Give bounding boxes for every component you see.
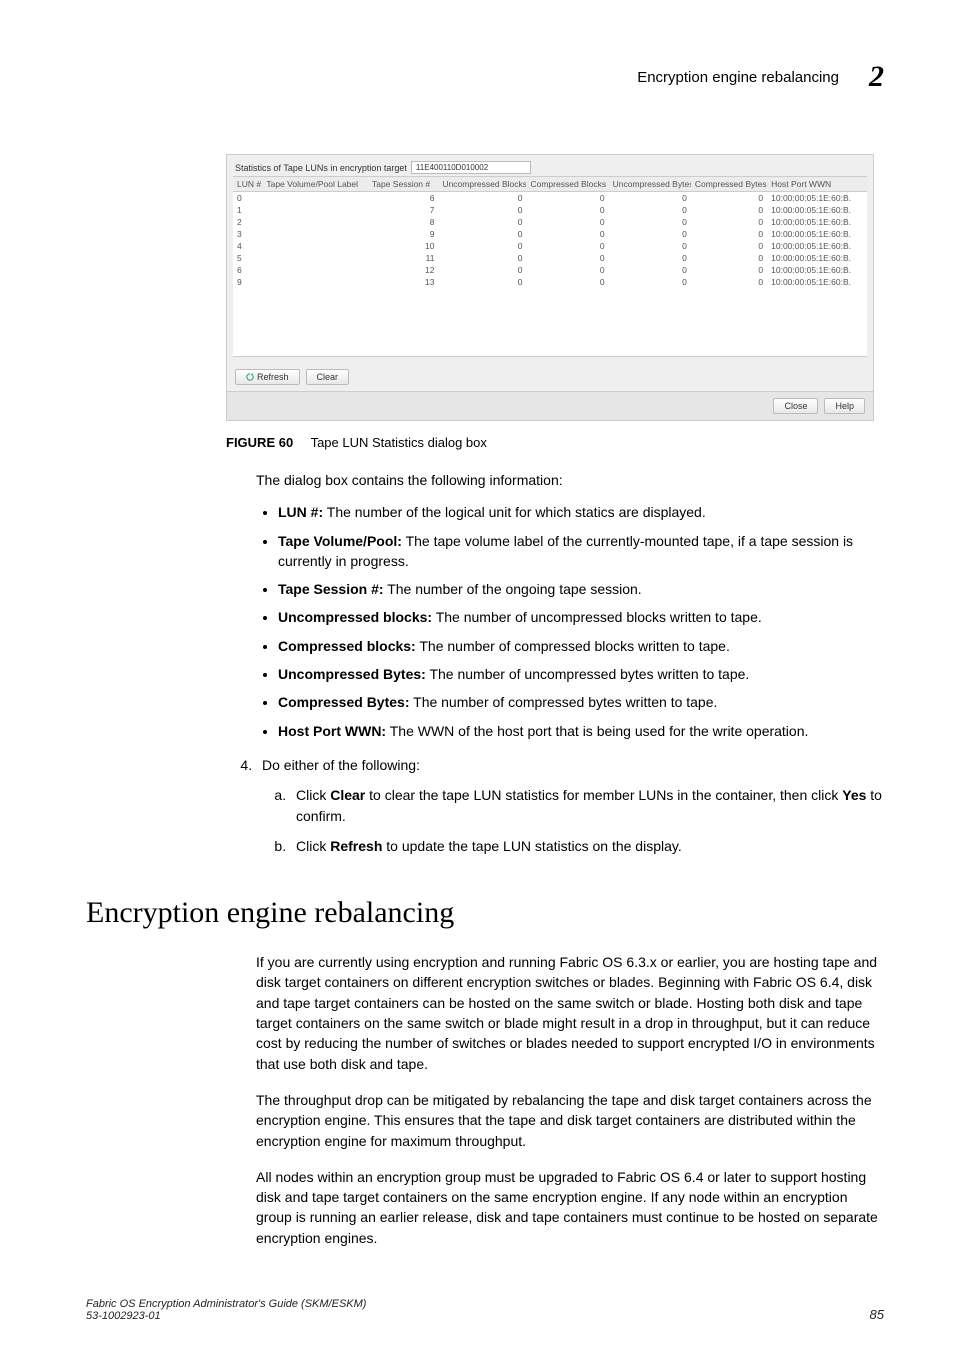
- col-header[interactable]: Uncompressed Bytes: [609, 177, 691, 192]
- col-header[interactable]: Compressed Bytes: [691, 177, 767, 192]
- definition-item: Uncompressed Bytes: The number of uncomp…: [278, 664, 884, 684]
- section-p2: The throughput drop can be mitigated by …: [256, 1090, 884, 1151]
- chapter-number: 2: [869, 60, 884, 94]
- table-row[interactable]: 410000010:00:00:05:1E:60:B.: [233, 240, 867, 252]
- footer-docnum: 53-1002923-01: [86, 1310, 366, 1322]
- figure-text: Tape LUN Statistics dialog box: [311, 435, 487, 450]
- table-row[interactable]: 28000010:00:00:05:1E:60:B.: [233, 216, 867, 228]
- col-header[interactable]: Host Port WWN: [767, 177, 867, 192]
- step-4a: Click Clear to clear the tape LUN statis…: [290, 785, 884, 826]
- help-button[interactable]: Help: [824, 398, 865, 414]
- col-header[interactable]: Uncompressed Blocks: [438, 177, 526, 192]
- col-header[interactable]: Compressed Blocks: [526, 177, 608, 192]
- page-header: Encryption engine rebalancing 2: [86, 60, 884, 94]
- refresh-button[interactable]: Refresh: [235, 369, 300, 385]
- section-p3: All nodes within an encryption group mus…: [256, 1167, 884, 1248]
- clear-button[interactable]: Clear: [306, 369, 350, 385]
- col-header[interactable]: Tape Session #: [368, 177, 438, 192]
- definition-item: Tape Volume/Pool: The tape volume label …: [278, 531, 884, 572]
- figure-label: FIGURE 60: [226, 435, 293, 450]
- table-row[interactable]: 511000010:00:00:05:1E:60:B.: [233, 252, 867, 264]
- tape-lun-stats-dialog: Statistics of Tape LUNs in encryption ta…: [226, 154, 874, 421]
- col-header[interactable]: LUN #: [233, 177, 262, 192]
- running-title: Encryption engine rebalancing: [637, 69, 839, 86]
- definition-item: Compressed blocks: The number of compres…: [278, 636, 884, 656]
- col-header[interactable]: Tape Volume/Pool Label: [262, 177, 368, 192]
- definition-item: Uncompressed blocks: The number of uncom…: [278, 607, 884, 627]
- step-list: Do either of the following: Click Clear …: [86, 755, 884, 856]
- section-p1: If you are currently using encryption an…: [256, 952, 884, 1074]
- table-row[interactable]: 17000010:00:00:05:1E:60:B.: [233, 204, 867, 216]
- definition-item: Host Port WWN: The WWN of the host port …: [278, 721, 884, 741]
- table-row[interactable]: 913000010:00:00:05:1E:60:B.: [233, 276, 867, 288]
- step-4b: Click Refresh to update the tape LUN sta…: [290, 836, 884, 856]
- table-row[interactable]: 612000010:00:00:05:1E:60:B.: [233, 264, 867, 276]
- footer-pagenum: 85: [870, 1307, 884, 1322]
- intro-line: The dialog box contains the following in…: [256, 470, 884, 490]
- section-heading: Encryption engine rebalancing: [86, 896, 884, 930]
- stats-label: Statistics of Tape LUNs in encryption ta…: [235, 163, 407, 173]
- stats-table: LUN #Tape Volume/Pool LabelTape Session …: [233, 176, 867, 288]
- close-button[interactable]: Close: [773, 398, 818, 414]
- target-id-field[interactable]: 11E400110D010002: [411, 161, 531, 174]
- field-definitions: LUN #: The number of the logical unit fo…: [256, 502, 884, 741]
- step-4: Do either of the following: Click Clear …: [256, 755, 884, 856]
- table-row[interactable]: 39000010:00:00:05:1E:60:B.: [233, 228, 867, 240]
- definition-item: LUN #: The number of the logical unit fo…: [278, 502, 884, 522]
- figure-caption: FIGURE 60 Tape LUN Statistics dialog box: [226, 435, 884, 450]
- refresh-icon: [246, 373, 254, 381]
- definition-item: Compressed Bytes: The number of compress…: [278, 692, 884, 712]
- table-row[interactable]: 06000010:00:00:05:1E:60:B.: [233, 192, 867, 205]
- definition-item: Tape Session #: The number of the ongoin…: [278, 579, 884, 599]
- footer-book: Fabric OS Encryption Administrator's Gui…: [86, 1298, 366, 1310]
- page-footer: Fabric OS Encryption Administrator's Gui…: [86, 1298, 884, 1322]
